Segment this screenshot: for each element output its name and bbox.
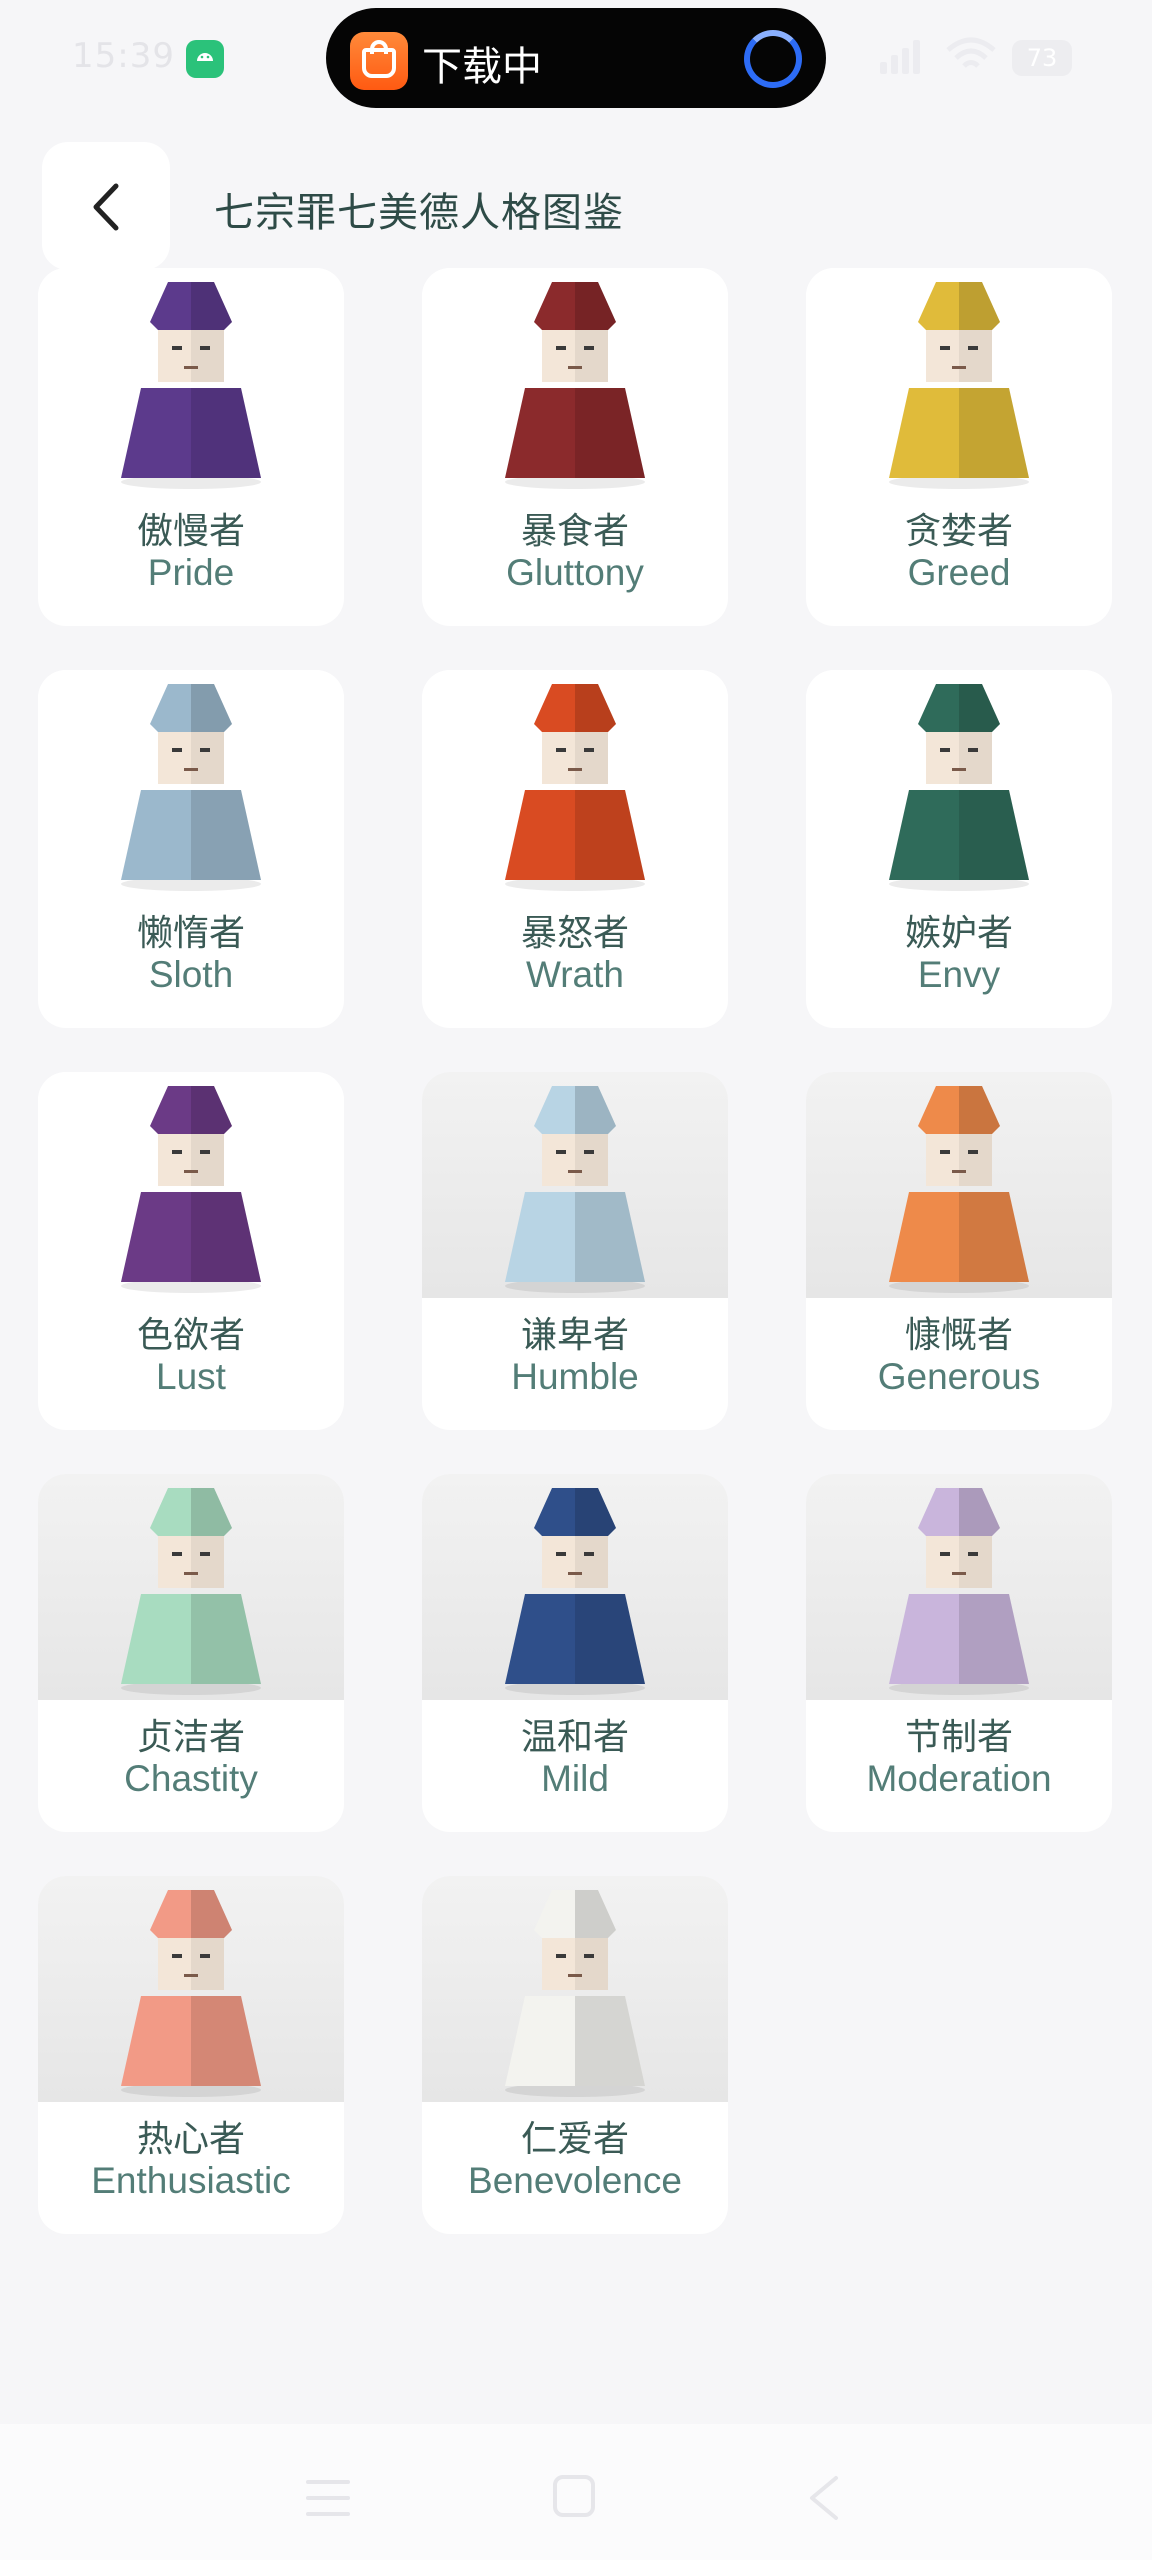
character-card-humble[interactable]: 谦卑者 Humble <box>422 1072 728 1430</box>
download-label: 下载中 <box>422 44 542 90</box>
character-card-envy[interactable]: 嫉妒者 Envy <box>806 670 1112 1028</box>
character-figure <box>422 1474 728 1700</box>
character-card-enthusiastic[interactable]: 热心者 Enthusiastic <box>38 1876 344 2234</box>
header: 七宗罪七美德人格图鉴 <box>0 140 1152 270</box>
character-name-zh: 仁爱者 <box>520 2119 629 2160</box>
character-figure <box>422 1876 728 2102</box>
character-name-en: Moderation <box>866 1758 1052 1799</box>
download-indicator[interactable]: 下载中 <box>326 8 826 108</box>
character-figure <box>38 268 344 494</box>
character-figure <box>38 670 344 896</box>
character-name-en: Mild <box>541 1758 609 1799</box>
character-name-zh: 贪婪者 <box>904 511 1013 552</box>
character-card-moderation[interactable]: 节制者 Moderation <box>806 1474 1112 1832</box>
character-figure <box>422 1072 728 1298</box>
character-name-zh: 温和者 <box>520 1717 629 1758</box>
character-figure <box>422 670 728 896</box>
character-name-en: Benevolence <box>468 2160 682 2201</box>
character-card-greed[interactable]: 贪婪者 Greed <box>806 268 1112 626</box>
menu-icon[interactable] <box>306 2478 350 2518</box>
character-card-benevolence[interactable]: 仁爱者 Benevolence <box>422 1876 728 2234</box>
status-bar: 15:39 下载中 73 <box>0 0 1152 120</box>
android-icon <box>186 40 224 78</box>
character-figure <box>38 1474 344 1700</box>
character-name-zh: 贞洁者 <box>136 1717 245 1758</box>
character-name-en: Enthusiastic <box>91 2160 291 2201</box>
character-figure <box>806 268 1112 494</box>
character-name-zh: 节制者 <box>904 1717 1013 1758</box>
character-figure <box>38 1876 344 2102</box>
character-name-zh: 慷慨者 <box>904 1315 1013 1356</box>
character-name-zh: 傲慢者 <box>136 511 245 552</box>
character-card-wrath[interactable]: 暴怒者 Wrath <box>422 670 728 1028</box>
character-name-en: Chastity <box>124 1758 258 1799</box>
character-name-zh: 懒惰者 <box>136 913 245 954</box>
character-name-en: Gluttony <box>506 552 644 593</box>
character-name-zh: 色欲者 <box>136 1315 245 1356</box>
loading-spinner-icon <box>744 30 802 88</box>
character-name-en: Greed <box>907 552 1011 593</box>
back-button[interactable] <box>42 142 170 270</box>
system-nav-bar <box>0 2424 1152 2560</box>
character-name-zh: 谦卑者 <box>520 1315 629 1356</box>
character-name-en: Humble <box>511 1356 639 1397</box>
character-name-zh: 热心者 <box>136 2119 245 2160</box>
character-name-en: Lust <box>156 1356 226 1397</box>
character-name-zh: 暴怒者 <box>520 913 629 954</box>
status-time: 15:39 <box>72 36 175 76</box>
character-figure <box>422 268 728 494</box>
wifi-icon <box>946 37 996 68</box>
shop-app-icon <box>350 32 408 90</box>
character-card-sloth[interactable]: 懒惰者 Sloth <box>38 670 344 1028</box>
character-name-en: Generous <box>877 1356 1041 1397</box>
page-title: 七宗罪七美德人格图鉴 <box>214 190 624 236</box>
character-name-en: Wrath <box>525 954 624 995</box>
home-square-icon[interactable] <box>552 2474 596 2518</box>
character-card-generous[interactable]: 慷慨者 Generous <box>806 1072 1112 1430</box>
character-name-zh: 暴食者 <box>520 511 629 552</box>
chevron-left-icon <box>93 183 119 231</box>
character-name-en: Pride <box>147 552 235 593</box>
character-figure <box>806 670 1112 896</box>
character-figure <box>38 1072 344 1298</box>
back-triangle-icon[interactable] <box>806 2474 842 2522</box>
character-figure <box>806 1072 1112 1298</box>
character-card-chastity[interactable]: 贞洁者 Chastity <box>38 1474 344 1832</box>
battery-level: 73 <box>1026 44 1058 72</box>
character-card-mild[interactable]: 温和者 Mild <box>422 1474 728 1832</box>
character-name-en: Envy <box>917 954 1001 995</box>
character-name-zh: 嫉妒者 <box>904 913 1013 954</box>
character-figure <box>806 1474 1112 1700</box>
character-card-lust[interactable]: 色欲者 Lust <box>38 1072 344 1430</box>
character-card-gluttony[interactable]: 暴食者 Gluttony <box>422 268 728 626</box>
battery-indicator: 73 <box>1012 40 1072 76</box>
character-grid: 傲慢者 Pride 暴食者 Gluttony 贪婪者 Greed 懒惰者 Slo… <box>38 268 1112 2234</box>
character-card-pride[interactable]: 傲慢者 Pride <box>38 268 344 626</box>
signal-icon <box>880 40 920 74</box>
character-name-en: Sloth <box>148 954 234 995</box>
